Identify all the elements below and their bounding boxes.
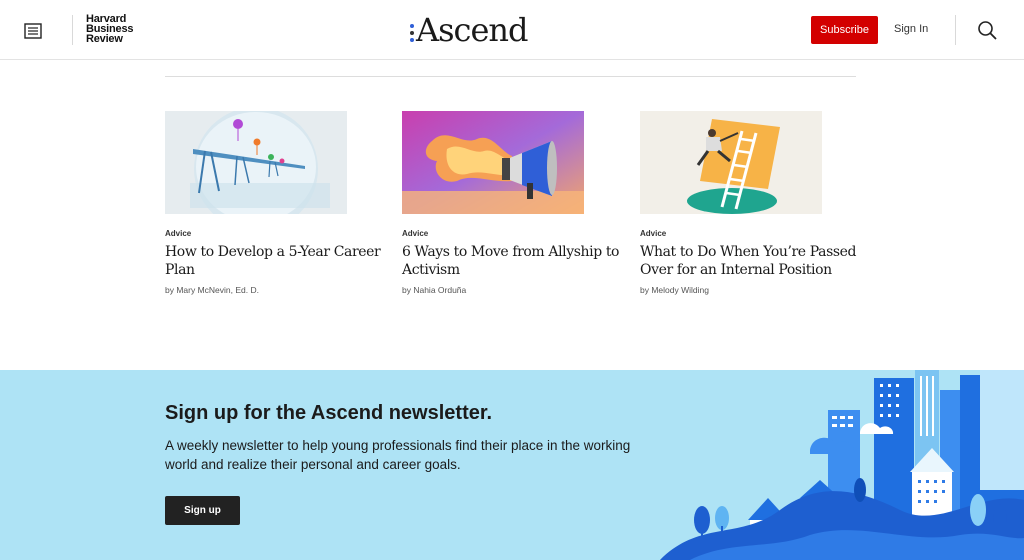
city-illustration (660, 370, 1024, 560)
article-byline: by Mary McNevin, Ed. D. (165, 285, 259, 295)
header-divider (72, 15, 73, 45)
article-title[interactable]: 6 Ways to Move from Allyship to Activism (402, 243, 622, 279)
hbr-logo-line: Review (86, 33, 123, 45)
header-divider (955, 15, 956, 45)
newsletter-signup-button[interactable]: Sign up (165, 496, 240, 525)
article-tag[interactable]: Advice (165, 229, 385, 238)
article-title[interactable]: What to Do When You’re Passed Over for a… (640, 243, 860, 279)
menu-icon[interactable] (24, 23, 42, 39)
article-image-megaphone[interactable] (402, 111, 584, 214)
article-title[interactable]: How to Develop a 5-Year Career Plan (165, 243, 385, 279)
newsletter-title: Sign up for the Ascend newsletter. (165, 402, 493, 424)
hbr-logo[interactable]: Harvard Business Review (86, 14, 134, 45)
ascend-logo[interactable]: Ascend (410, 10, 528, 50)
article-card[interactable]: Advice 6 Ways to Move from Allyship to A… (402, 111, 622, 295)
article-image-ladder[interactable] (640, 111, 822, 214)
article-byline: by Melody Wilding (640, 285, 709, 295)
article-card[interactable]: Advice What to Do When You’re Passed Ove… (640, 111, 860, 295)
article-tag[interactable]: Advice (640, 229, 860, 238)
article-tag[interactable]: Advice (402, 229, 622, 238)
ascend-logo-text: Ascend (416, 11, 528, 49)
article-byline: by Nahia Orduña (402, 285, 467, 295)
article-image-bridge[interactable] (165, 111, 347, 214)
section-divider (165, 76, 856, 77)
newsletter-description: A weekly newsletter to help young profes… (165, 438, 631, 472)
ascend-dots-icon (410, 24, 414, 42)
sign-in-link[interactable]: Sign In (894, 23, 928, 35)
search-icon[interactable] (977, 20, 997, 40)
article-card[interactable]: Advice How to Develop a 5-Year Career Pl… (165, 111, 385, 295)
site-header: Harvard Business Review Ascend Subscribe… (0, 0, 1024, 60)
subscribe-button[interactable]: Subscribe (811, 16, 878, 44)
newsletter-section: Sign up for the Ascend newsletter. A wee… (0, 370, 1024, 560)
